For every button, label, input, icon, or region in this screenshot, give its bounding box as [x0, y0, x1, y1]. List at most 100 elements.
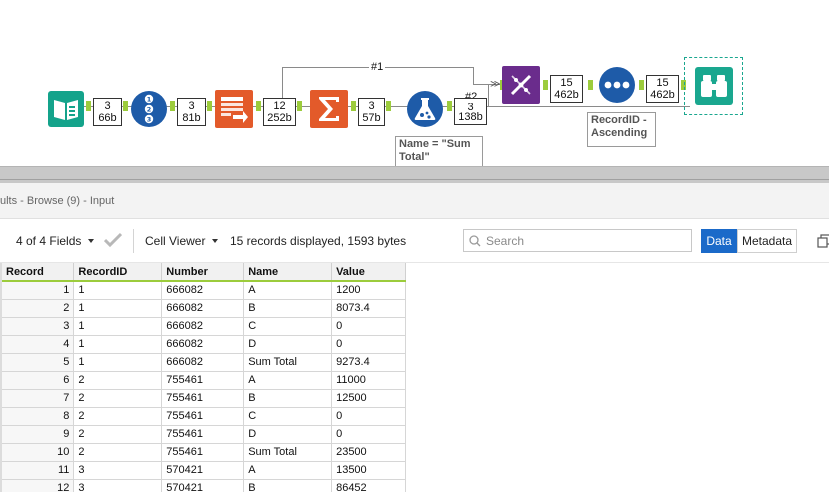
- row-number-cell[interactable]: 9: [2, 425, 75, 444]
- table-cell[interactable]: 0: [331, 425, 406, 444]
- column-header-record[interactable]: Record: [2, 263, 75, 282]
- fields-dropdown[interactable]: 4 of 4 Fields: [16, 234, 81, 248]
- tool-record-id[interactable]: 1 2 3: [130, 90, 168, 128]
- table-cell[interactable]: 3: [73, 461, 163, 480]
- table-cell[interactable]: 23500: [331, 443, 406, 462]
- row-number-cell[interactable]: 10: [2, 443, 75, 462]
- table-cell[interactable]: 3: [73, 479, 163, 492]
- table-cell[interactable]: Sum Total: [243, 353, 333, 372]
- output-anchor[interactable]: [543, 80, 548, 90]
- search-input[interactable]: [486, 232, 686, 249]
- table-cell[interactable]: 666082: [161, 299, 245, 318]
- column-header-number[interactable]: Number: [161, 263, 245, 282]
- row-number-cell[interactable]: 2: [2, 299, 75, 318]
- tool-browse[interactable]: [695, 67, 733, 105]
- table-cell[interactable]: A: [243, 281, 333, 300]
- table-cell[interactable]: A: [243, 461, 333, 480]
- cell-viewer-caret-icon[interactable]: [212, 239, 218, 243]
- tool-sort[interactable]: [598, 66, 636, 104]
- table-row[interactable]: 8 2 755461 C 0: [2, 407, 406, 426]
- row-number-cell[interactable]: 8: [2, 407, 75, 426]
- column-header-name[interactable]: Name: [243, 263, 333, 282]
- workflow-canvas[interactable]: ≫ #1 #2 3 66b 1 2 3 3 81b 12 252b 3 57b …: [0, 0, 829, 166]
- cell-viewer-dropdown[interactable]: Cell Viewer: [145, 234, 205, 248]
- input-anchor[interactable]: [207, 101, 212, 111]
- table-cell[interactable]: 1200: [331, 281, 406, 300]
- table-cell[interactable]: C: [243, 317, 333, 336]
- table-row[interactable]: 7 2 755461 B 12500: [2, 389, 406, 408]
- panel-splitter[interactable]: [0, 166, 829, 183]
- table-cell[interactable]: 666082: [161, 317, 245, 336]
- row-number-cell[interactable]: 1: [2, 281, 75, 300]
- table-cell[interactable]: 8073.4: [331, 299, 406, 318]
- tool-formula[interactable]: [406, 90, 444, 128]
- table-cell[interactable]: 0: [331, 335, 406, 354]
- output-anchor[interactable]: [351, 101, 356, 111]
- table-cell[interactable]: 11000: [331, 371, 406, 390]
- table-cell[interactable]: 666082: [161, 335, 245, 354]
- table-cell[interactable]: 13500: [331, 461, 406, 480]
- table-cell[interactable]: A: [243, 371, 333, 390]
- apply-checkmark-icon[interactable]: [104, 232, 122, 248]
- table-cell[interactable]: D: [243, 335, 333, 354]
- tool-summarize[interactable]: [310, 90, 348, 128]
- metadata-tab-button[interactable]: Metadata: [737, 229, 797, 253]
- output-anchor[interactable]: [170, 101, 175, 111]
- table-cell[interactable]: 0: [331, 407, 406, 426]
- row-number-cell[interactable]: 4: [2, 335, 75, 354]
- row-number-cell[interactable]: 6: [2, 371, 75, 390]
- table-cell[interactable]: 666082: [161, 281, 245, 300]
- table-row[interactable]: 5 1 666082 Sum Total 9273.4: [2, 353, 406, 372]
- copy-icon[interactable]: [817, 234, 829, 248]
- table-cell[interactable]: 86452: [331, 479, 406, 492]
- table-cell[interactable]: 570421: [161, 479, 245, 492]
- table-cell[interactable]: 1: [73, 299, 163, 318]
- table-row[interactable]: 1 1 666082 A 1200: [2, 281, 406, 300]
- input-anchor[interactable]: [386, 101, 391, 111]
- table-row[interactable]: 10 2 755461 Sum Total 23500: [2, 443, 406, 462]
- row-number-cell[interactable]: 12: [2, 479, 75, 492]
- table-cell[interactable]: 1: [73, 317, 163, 336]
- table-cell[interactable]: 2: [73, 443, 163, 462]
- row-number-cell[interactable]: 5: [2, 353, 75, 372]
- search-box[interactable]: [463, 229, 692, 252]
- fields-dropdown-caret-icon[interactable]: [88, 239, 94, 243]
- table-cell[interactable]: B: [243, 299, 333, 318]
- table-cell[interactable]: 2: [73, 389, 163, 408]
- table-cell[interactable]: 9273.4: [331, 353, 406, 372]
- output-anchor[interactable]: [256, 101, 261, 111]
- output-anchor[interactable]: [447, 101, 452, 111]
- table-cell[interactable]: 1: [73, 281, 163, 300]
- tool-transform[interactable]: [502, 66, 540, 104]
- table-cell[interactable]: 755461: [161, 389, 245, 408]
- row-number-cell[interactable]: 11: [2, 461, 75, 480]
- table-cell[interactable]: 0: [331, 317, 406, 336]
- tool-transpose[interactable]: [215, 90, 253, 128]
- table-cell[interactable]: B: [243, 479, 333, 492]
- table-cell[interactable]: Sum Total: [243, 443, 333, 462]
- table-cell[interactable]: 2: [73, 425, 163, 444]
- table-row[interactable]: 9 2 755461 D 0: [2, 425, 406, 444]
- table-cell[interactable]: 755461: [161, 371, 245, 390]
- table-row[interactable]: 3 1 666082 C 0: [2, 317, 406, 336]
- row-number-cell[interactable]: 3: [2, 317, 75, 336]
- table-cell[interactable]: D: [243, 425, 333, 444]
- table-cell[interactable]: 2: [73, 371, 163, 390]
- table-row[interactable]: 4 1 666082 D 0: [2, 335, 406, 354]
- input-anchor[interactable]: [123, 101, 128, 111]
- table-row[interactable]: 11 3 570421 A 13500: [2, 461, 406, 480]
- results-grid[interactable]: Record RecordID Number Name Value 1 1 6660…: [0, 263, 406, 492]
- table-row[interactable]: 12 3 570421 B 86452: [2, 479, 406, 492]
- table-cell[interactable]: C: [243, 407, 333, 426]
- table-cell[interactable]: 1: [73, 335, 163, 354]
- table-cell[interactable]: 2: [73, 407, 163, 426]
- table-cell[interactable]: 570421: [161, 461, 245, 480]
- table-cell[interactable]: 1: [73, 353, 163, 372]
- output-anchor[interactable]: [86, 101, 91, 111]
- table-cell[interactable]: 12500: [331, 389, 406, 408]
- table-cell[interactable]: 755461: [161, 425, 245, 444]
- column-header-value[interactable]: Value: [331, 263, 406, 282]
- data-tab-button[interactable]: Data: [701, 229, 737, 253]
- table-cell[interactable]: 755461: [161, 443, 245, 462]
- output-anchor[interactable]: [639, 80, 644, 90]
